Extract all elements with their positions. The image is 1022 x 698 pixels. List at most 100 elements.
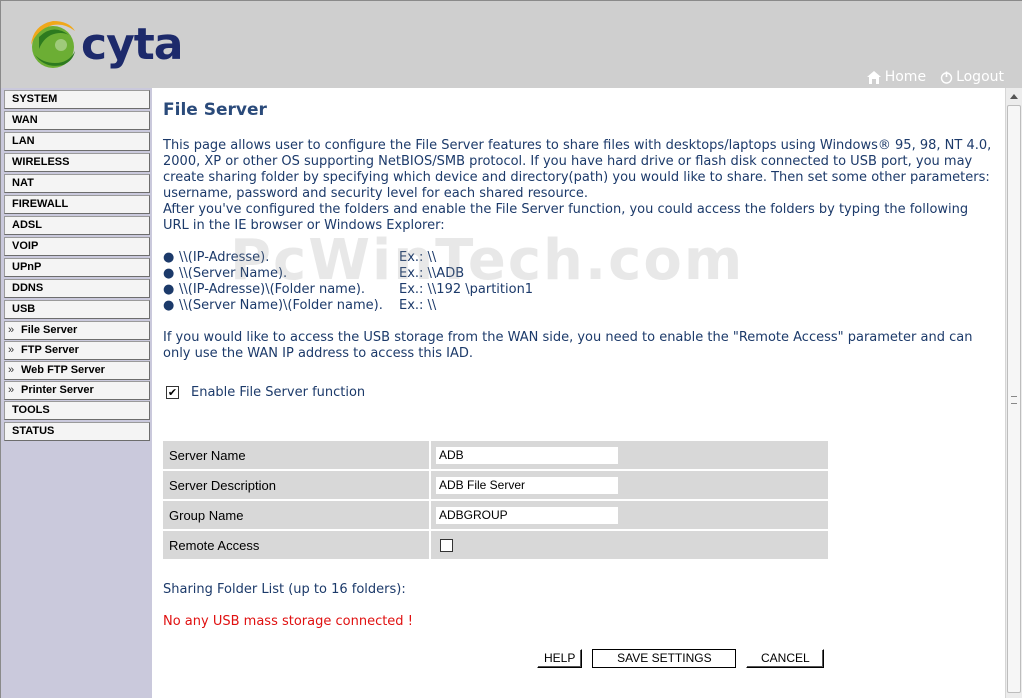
list-item: ● \\(IP-Adresse). Ex.: \\	[163, 250, 763, 266]
table-row: Remote Access	[163, 531, 828, 559]
url-pattern: \\(IP-Adresse).	[179, 250, 270, 265]
home-link[interactable]: Home	[866, 69, 926, 85]
logo-wordmark: cyta	[81, 19, 183, 70]
wan-access-note: If you would like to access the USB stor…	[163, 330, 973, 361]
server-name-label: Server Name	[163, 441, 431, 469]
sidebar-item-ddns[interactable]: DDNS	[4, 279, 150, 298]
sidebar-item-adsl[interactable]: ADSL	[4, 216, 150, 235]
url-example: Ex.: \\	[399, 250, 437, 265]
home-icon	[866, 70, 881, 84]
table-row: Server Description	[163, 471, 828, 499]
sidebar-subitem-ftp-server[interactable]: » FTP Server	[4, 341, 150, 360]
sidebar-subitem-file-server[interactable]: » File Server	[4, 321, 150, 340]
sidebar-item-label: STATUS	[12, 425, 55, 437]
sidebar-item-label: LAN	[12, 135, 35, 147]
sub-arrow-icon: »	[8, 344, 15, 356]
server-description-cell	[431, 471, 828, 499]
sidebar-item-tools[interactable]: TOOLS	[4, 401, 150, 420]
remote-access-cell	[431, 531, 828, 559]
sidebar-item-label: UPnP	[12, 261, 42, 273]
sidebar-item-label: USB	[12, 303, 36, 315]
server-name-input[interactable]	[436, 446, 618, 464]
url-instructions: After you've configured the folders and …	[163, 202, 969, 233]
cyta-logo: cyta	[25, 15, 183, 79]
sidebar-item-firewall[interactable]: FIREWALL	[4, 195, 150, 214]
group-name-input[interactable]	[436, 506, 618, 524]
url-example: Ex.: \\	[399, 298, 437, 313]
list-item: ● \\(Server Name). Ex.: \\ADB	[163, 266, 763, 282]
sidebar-item-label: Web FTP Server	[21, 364, 105, 376]
group-name-cell	[431, 501, 828, 529]
cancel-button[interactable]: CANCEL	[746, 649, 825, 668]
sidebar-item-lan[interactable]: LAN	[4, 132, 150, 151]
url-example: Ex.: \\192 \partition1	[399, 282, 534, 297]
url-examples-list: ● \\(IP-Adresse). Ex.: \\ ● \\(Server Na…	[163, 250, 763, 314]
server-description-input[interactable]	[436, 476, 618, 494]
logout-label: Logout	[956, 69, 1004, 85]
url-pattern: \\(Server Name)\(Folder name).	[179, 298, 383, 313]
sidebar-item-label: FTP Server	[21, 344, 79, 356]
bullet-icon: ●	[163, 250, 175, 265]
url-pattern: \\(IP-Adresse)\(Folder name).	[179, 282, 366, 297]
enable-file-server-label: Enable File Server function	[191, 385, 366, 400]
server-settings-table: Server Name Server Description Group Nam…	[163, 439, 828, 561]
sidebar-item-label: NAT	[12, 177, 34, 189]
sidebar-item-nat[interactable]: NAT	[4, 174, 150, 193]
help-button[interactable]: HELP	[537, 649, 583, 668]
sidebar-menu: SYSTEM WAN LAN WIRELESS NAT FIREWALL ADS…	[0, 88, 152, 698]
url-pattern: \\(Server Name).	[179, 266, 288, 281]
bullet-icon: ●	[163, 298, 175, 313]
sidebar-item-label: SYSTEM	[12, 93, 58, 105]
sidebar-item-usb[interactable]: USB	[4, 300, 150, 319]
sharing-folder-list-label: Sharing Folder List (up to 16 folders):	[163, 582, 406, 597]
sidebar-item-label: FIREWALL	[12, 198, 69, 210]
header-bar: cyta Home Logout	[0, 0, 1022, 88]
page-title: File Server	[163, 100, 267, 120]
remote-access-label: Remote Access	[163, 531, 431, 559]
remote-access-checkbox[interactable]	[440, 538, 453, 552]
scrollbar-thumb[interactable]	[1007, 105, 1021, 693]
sub-arrow-icon: »	[8, 324, 15, 336]
logout-link[interactable]: Logout	[940, 69, 1004, 85]
sub-arrow-icon: »	[8, 364, 15, 376]
list-item: ● \\(Server Name)\(Folder name). Ex.: \\	[163, 298, 763, 314]
action-buttons: HELP SAVE SETTINGS CANCEL	[537, 649, 825, 668]
save-settings-button[interactable]: SAVE SETTINGS	[592, 649, 737, 668]
sidebar-item-label: File Server	[21, 324, 78, 336]
cyta-globe-icon	[31, 21, 75, 68]
sub-arrow-icon: »	[8, 384, 15, 396]
main-content: File Server This page allows user to con…	[152, 88, 1005, 698]
no-storage-message: No any USB mass storage connected !	[163, 614, 413, 629]
sidebar-subitem-web-ftp-server[interactable]: » Web FTP Server	[4, 361, 150, 380]
url-example: Ex.: \\ADB	[399, 266, 465, 281]
sidebar-item-voip[interactable]: VOIP	[4, 237, 150, 256]
sidebar-item-upnp[interactable]: UPnP	[4, 258, 150, 277]
top-navigation: Home Logout	[866, 69, 1004, 85]
sidebar-item-label: Printer Server	[21, 384, 94, 396]
sidebar-item-label: VOIP	[12, 240, 39, 252]
sidebar-item-label: DDNS	[12, 282, 44, 294]
sidebar-item-system[interactable]: SYSTEM	[4, 90, 150, 109]
server-name-cell	[431, 441, 828, 469]
sidebar-item-status[interactable]: STATUS	[4, 422, 150, 441]
scroll-up-arrow-icon[interactable]	[1006, 88, 1022, 104]
sidebar-item-label: WIRELESS	[12, 156, 70, 168]
vertical-scrollbar[interactable]	[1005, 88, 1022, 698]
sidebar-subitem-printer-server[interactable]: » Printer Server	[4, 381, 150, 400]
bullet-icon: ●	[163, 266, 175, 281]
table-row: Group Name	[163, 501, 828, 529]
sidebar-item-label: ADSL	[12, 219, 42, 231]
enable-file-server-row: ✔ Enable File Server function	[166, 385, 365, 400]
intro-paragraph: This page allows user to configure the F…	[163, 138, 992, 201]
bullet-icon: ●	[163, 282, 175, 297]
sidebar-item-wireless[interactable]: WIRELESS	[4, 153, 150, 172]
power-icon	[940, 71, 953, 84]
list-item: ● \\(IP-Adresse)\(Folder name). Ex.: \\1…	[163, 282, 763, 298]
scrollbar-grip-icon	[1011, 396, 1017, 404]
home-label: Home	[884, 69, 927, 85]
enable-file-server-checkbox[interactable]: ✔	[166, 386, 179, 399]
sidebar-item-label: TOOLS	[12, 404, 50, 416]
server-description-label: Server Description	[163, 471, 431, 499]
sidebar-item-wan[interactable]: WAN	[4, 111, 150, 130]
sidebar-item-label: WAN	[12, 114, 38, 126]
